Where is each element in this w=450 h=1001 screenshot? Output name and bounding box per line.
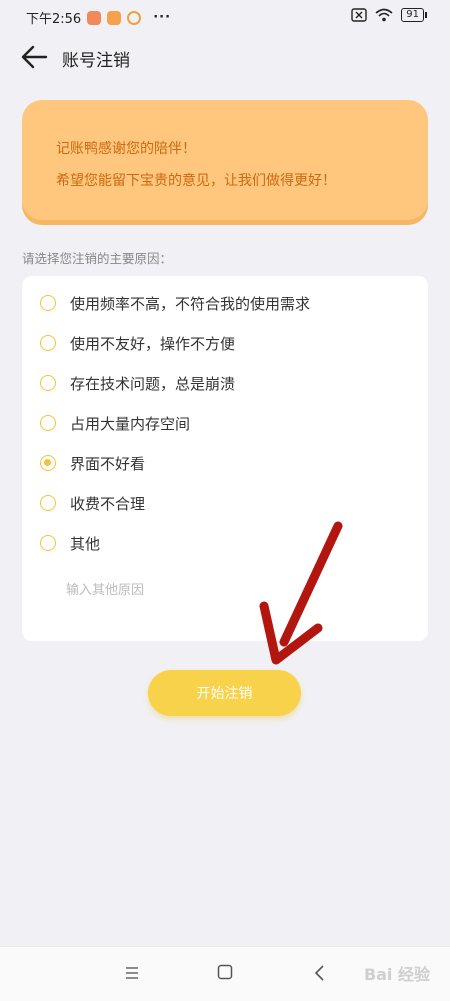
status-left: 下午2:56 ··· bbox=[26, 8, 171, 27]
radio-button[interactable] bbox=[40, 415, 56, 431]
reason-option[interactable]: 其他 bbox=[40, 529, 100, 557]
home-icon[interactable] bbox=[217, 964, 233, 980]
section-label: 请选择您注销的主要原因： bbox=[22, 251, 173, 266]
radio-button[interactable] bbox=[40, 375, 56, 391]
radio-button[interactable] bbox=[40, 295, 56, 311]
status-bar: 下午2:56 ··· 91 bbox=[0, 0, 450, 34]
reason-label: 界面不好看 bbox=[70, 454, 146, 473]
reason-option[interactable]: 使用不友好，操作不方便 bbox=[40, 329, 235, 357]
watermark: Bai 经验 bbox=[363, 965, 430, 984]
start-cancellation-button[interactable]: 开始注销 bbox=[148, 670, 301, 716]
notification-app-icon bbox=[107, 10, 122, 25]
battery-icon: 91 bbox=[401, 8, 427, 22]
menu-icon[interactable] bbox=[122, 963, 142, 983]
wifi-icon bbox=[375, 8, 393, 22]
reason-label: 使用频率不高，不符合我的使用需求 bbox=[70, 294, 311, 313]
notification-app-icon bbox=[127, 10, 142, 25]
radio-button[interactable] bbox=[40, 455, 56, 471]
reason-option[interactable]: 占用大量内存空间 bbox=[40, 409, 190, 437]
reason-label: 占用大量内存空间 bbox=[70, 414, 191, 433]
page-title: 账号注销 bbox=[62, 51, 130, 71]
radio-button[interactable] bbox=[40, 495, 56, 511]
annotation-arrow-icon bbox=[259, 521, 343, 665]
reason-label: 其他 bbox=[70, 534, 101, 553]
more-notifications-icon: ··· bbox=[153, 10, 172, 25]
reason-label: 使用不友好，操作不方便 bbox=[70, 334, 236, 353]
banner-line-2: 希望您能留下宝贵的意见，让我们做得更好！ bbox=[56, 173, 336, 189]
reason-option[interactable]: 界面不好看 bbox=[40, 449, 145, 477]
radio-button[interactable] bbox=[40, 535, 56, 551]
radio-button[interactable] bbox=[40, 335, 56, 351]
status-right: 91 bbox=[351, 8, 427, 22]
back-arrow-icon[interactable] bbox=[20, 44, 48, 70]
reason-option[interactable]: 使用频率不高，不符合我的使用需求 bbox=[40, 289, 310, 317]
banner-line-1: 记账鸭感谢您的陪伴！ bbox=[56, 141, 196, 157]
back-icon[interactable] bbox=[312, 963, 328, 983]
reason-option[interactable]: 存在技术问题，总是崩溃 bbox=[40, 369, 235, 397]
notification-app-icon bbox=[87, 10, 102, 25]
reason-label: 存在技术问题，总是崩溃 bbox=[70, 374, 236, 393]
reason-option[interactable]: 收费不合理 bbox=[40, 489, 145, 517]
thank-you-banner: 记账鸭感谢您的陪伴！ 希望您能留下宝贵的意见，让我们做得更好！ bbox=[22, 100, 428, 220]
reasons-card: 使用频率不高，不符合我的使用需求 使用不友好，操作不方便 存在技术问题，总是崩溃… bbox=[22, 276, 428, 641]
system-nav-bar: Bai 经验 bbox=[0, 946, 450, 1001]
sim-icon bbox=[351, 8, 367, 22]
reason-label: 收费不合理 bbox=[70, 494, 146, 513]
header: 账号注销 bbox=[0, 34, 450, 80]
status-time: 下午2:56 bbox=[26, 12, 82, 27]
